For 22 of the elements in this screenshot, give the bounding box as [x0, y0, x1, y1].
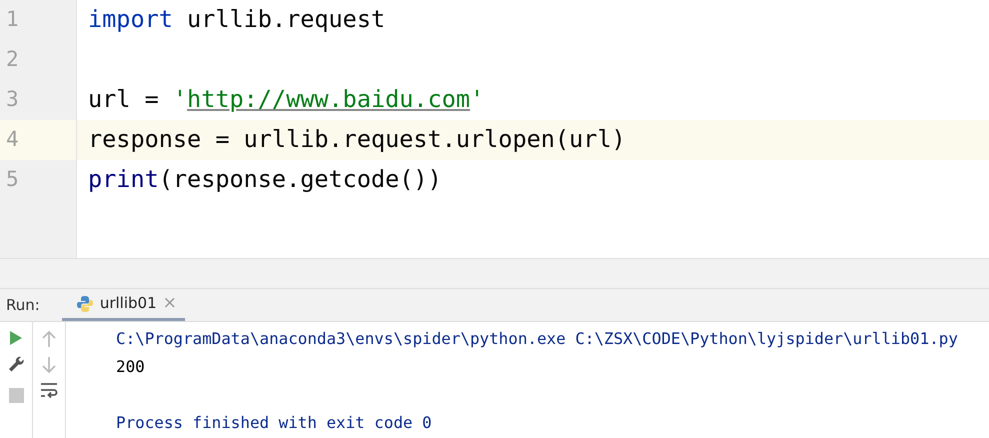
code-text: import urllib.request — [88, 4, 386, 36]
code-text: response = urllib.request.urlopen(url) — [88, 124, 626, 156]
code-text: url = 'http://www.baidu.com' — [88, 84, 484, 116]
code-text: print(response.getcode()) — [88, 164, 442, 196]
wrench-icon[interactable] — [7, 354, 25, 372]
line-number: 1 — [6, 6, 19, 34]
stop-icon[interactable] — [8, 388, 24, 403]
line-number: 5 — [6, 166, 19, 194]
run-icon[interactable] — [9, 330, 23, 346]
console-line: C:\ProgramData\anaconda3\envs\spider\python.exe C:\ZSX\CODE\Python\lyjspider\urllib01.py — [116, 328, 958, 350]
line-number: 2 — [6, 46, 19, 74]
python-icon — [76, 294, 94, 312]
soft-wrap-icon[interactable] — [40, 382, 58, 398]
run-tab[interactable]: urllib01 × — [62, 289, 185, 321]
line-number: 4 — [6, 126, 19, 154]
console-line: 200 — [116, 356, 146, 378]
line-number: 3 — [6, 86, 19, 114]
up-arrow-icon[interactable] — [42, 330, 56, 348]
down-arrow-icon[interactable] — [42, 356, 56, 374]
run-label: Run: — [5, 294, 41, 316]
console-line: Process finished with exit code 0 — [116, 412, 433, 434]
splitter-bar[interactable] — [0, 258, 989, 288]
